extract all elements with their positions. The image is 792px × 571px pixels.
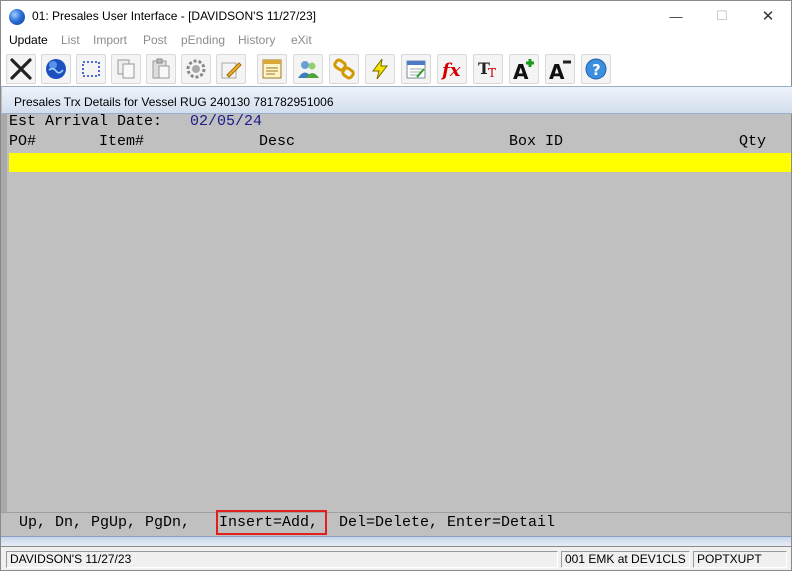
menu-pending[interactable]: pEnding <box>181 33 225 47</box>
close-button[interactable]: ✕ <box>745 1 791 31</box>
status-program: POPTXUPT <box>693 551 787 568</box>
close-x-icon[interactable] <box>6 54 36 84</box>
users-icon[interactable] <box>293 54 323 84</box>
font-tt-icon[interactable]: TT <box>473 54 503 84</box>
column-header-qty: Qty <box>739 133 767 150</box>
key-hint-navigation: Up, Dn, PgUp, PgDn, <box>19 514 191 531</box>
toolbar: fx TT A A ? <box>0 50 792 86</box>
insert-hint-highlight-box <box>216 510 327 535</box>
key-hint-delete-enter: Del=Delete, Enter=Detail <box>339 514 556 531</box>
status-bar: DAVIDSON'S 11/27/23 001 EMK at DEV1CLS P… <box>0 546 792 571</box>
window-title: 01: Presales User Interface - [DAVIDSON'… <box>32 9 316 23</box>
font-increase-icon[interactable]: A <box>509 54 539 84</box>
status-company: DAVIDSON'S 11/27/23 <box>6 551 558 568</box>
edit-pencil-icon[interactable] <box>216 54 246 84</box>
app-globe-icon <box>9 9 25 25</box>
maximize-button[interactable]: ☐ <box>699 1 745 31</box>
lightning-icon[interactable] <box>365 54 395 84</box>
font-decrease-icon[interactable]: A <box>545 54 575 84</box>
select-rect-icon[interactable] <box>76 54 106 84</box>
column-header-desc: Desc <box>259 133 296 150</box>
lower-divider-strip <box>1 536 791 546</box>
paste-icon[interactable] <box>146 54 176 84</box>
panel-header: Presales Trx Details for Vessel RUG 2401… <box>2 86 792 114</box>
minimize-button[interactable]: — <box>653 1 699 31</box>
column-header-po: PO# <box>9 133 37 150</box>
settings-icon[interactable] <box>181 54 211 84</box>
left-edge-gutter <box>1 114 7 512</box>
selected-table-row[interactable] <box>9 153 791 172</box>
title-bar: 01: Presales User Interface - [DAVIDSON'… <box>0 0 792 31</box>
svg-text:T: T <box>488 66 496 80</box>
function-fx-icon[interactable]: fx <box>437 54 467 84</box>
copy-icon[interactable] <box>111 54 141 84</box>
help-icon[interactable]: ? <box>581 54 611 84</box>
arrival-date-value: 02/05/24 <box>190 113 263 130</box>
link-chain-icon[interactable] <box>329 54 359 84</box>
menu-exit[interactable]: eXit <box>291 33 312 47</box>
globe-icon[interactable] <box>41 54 71 84</box>
svg-text:?: ? <box>592 61 601 79</box>
notepad-icon[interactable] <box>257 54 287 84</box>
svg-text:fx: fx <box>440 60 461 81</box>
menu-import[interactable]: Import <box>93 33 127 47</box>
column-header-item: Item# <box>99 133 145 150</box>
menu-history[interactable]: History <box>238 33 275 47</box>
arrival-date-label: Est Arrival Date: <box>9 113 163 130</box>
menu-list[interactable]: List <box>61 33 80 47</box>
panel-title: Presales Trx Details for Vessel RUG 2401… <box>14 95 334 109</box>
calendar-icon[interactable] <box>401 54 431 84</box>
menu-bar: Update List Import Post pEnding History … <box>0 31 792 50</box>
column-header-box-id: Box ID <box>509 133 564 150</box>
menu-update[interactable]: Update <box>9 33 48 47</box>
menu-post[interactable]: Post <box>143 33 167 47</box>
svg-text:A: A <box>549 60 565 81</box>
status-session: 001 EMK at DEV1CLS <box>561 551 690 568</box>
